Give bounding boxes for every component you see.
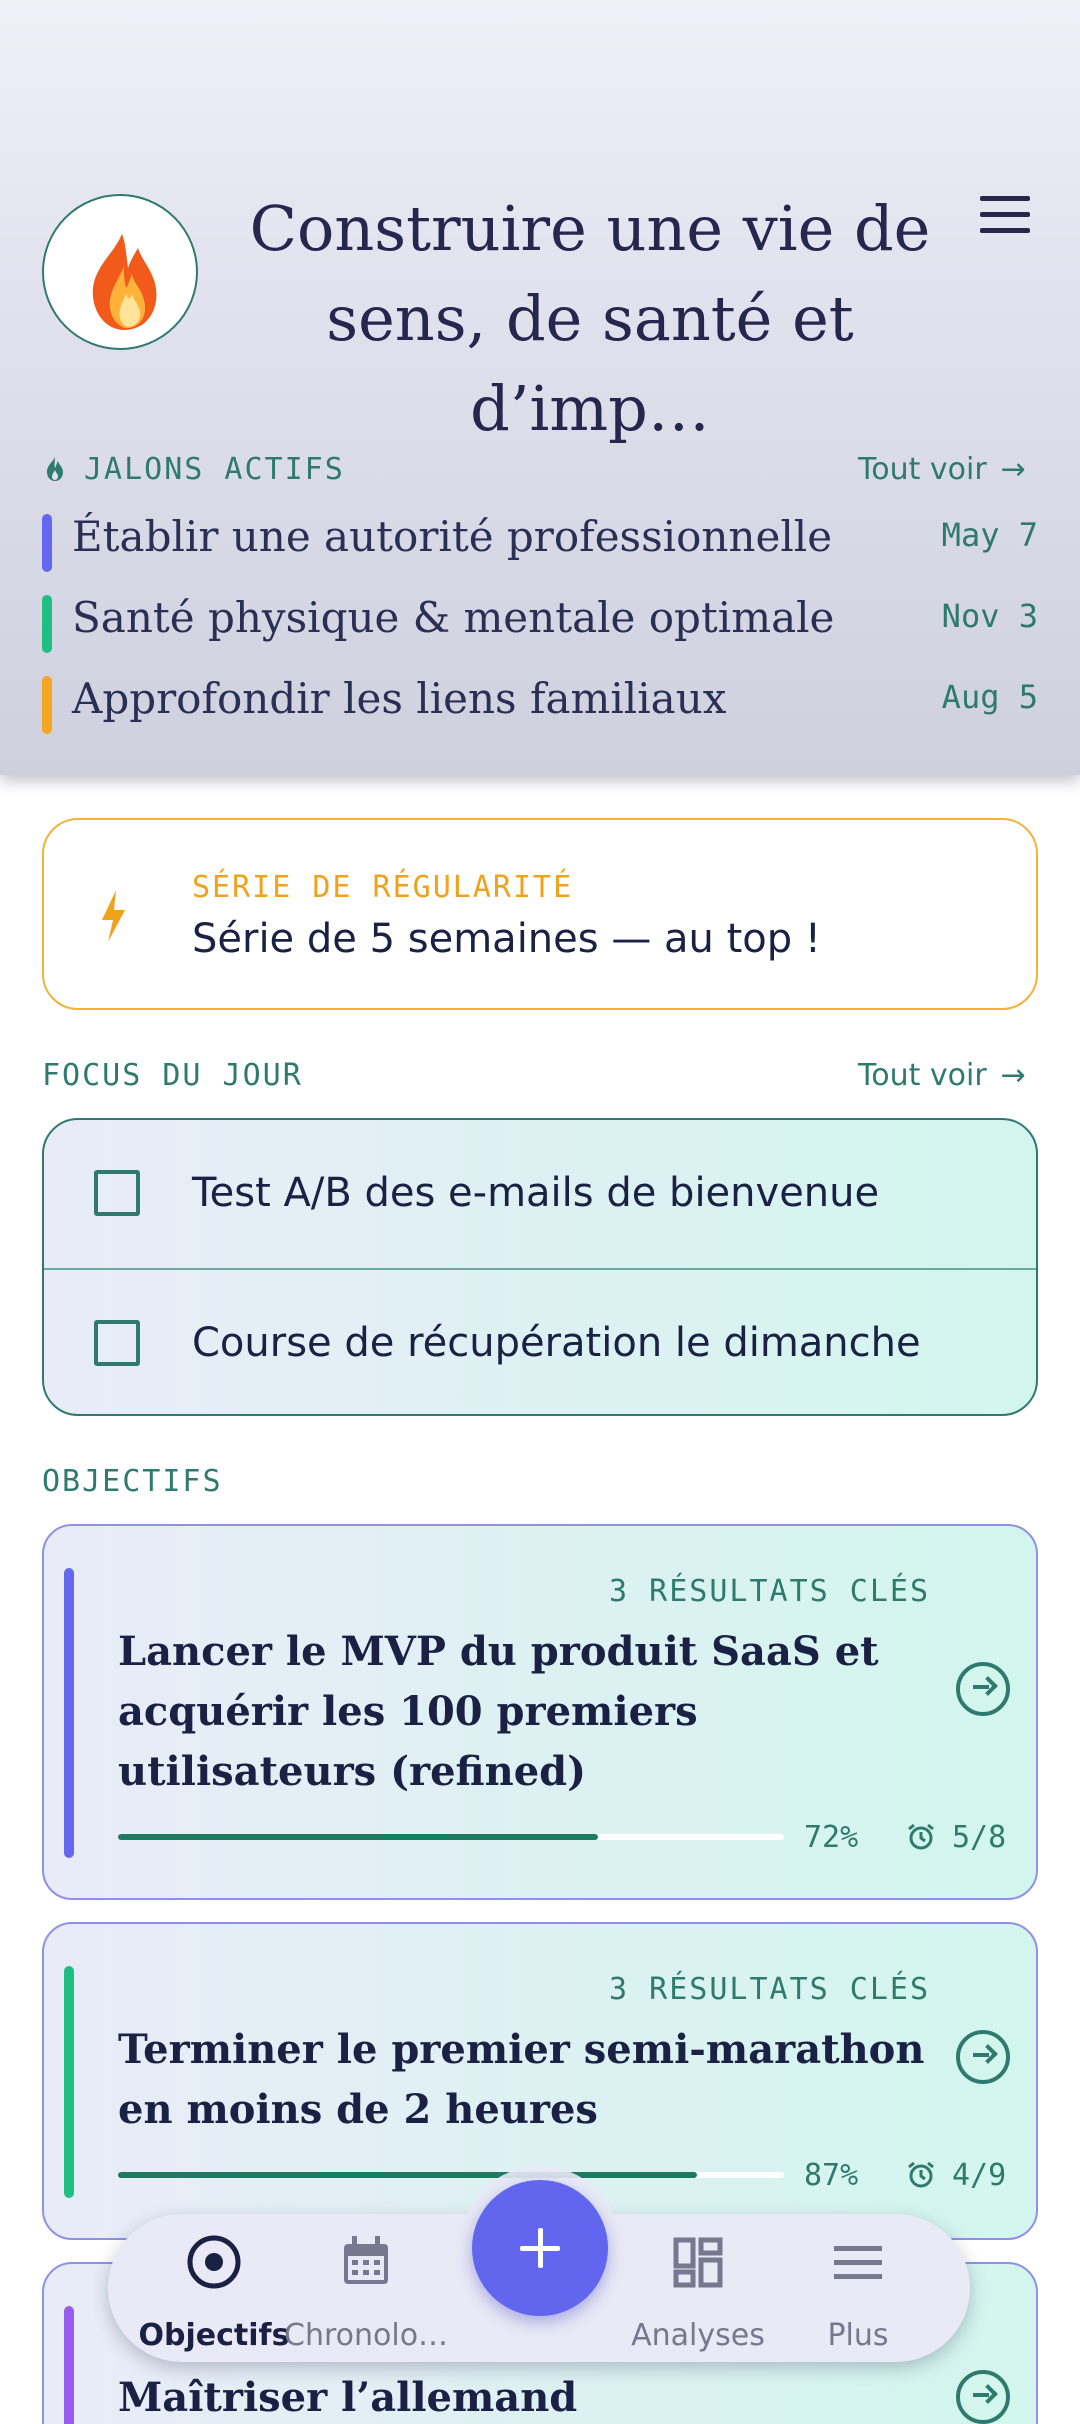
flame-icon — [92, 234, 157, 330]
progress-track — [118, 1834, 784, 1840]
header: Construire une vie de sens, de santé et … — [0, 0, 1080, 775]
streak-label: SÉRIE DE RÉGULARITÉ — [192, 870, 574, 905]
flame-small-icon — [47, 457, 63, 481]
streak-card[interactable]: SÉRIE DE RÉGULARITÉ Série de 5 semaines … — [42, 818, 1038, 1010]
target-icon — [187, 2235, 241, 2289]
page-title: Construire une vie de sens, de santé et … — [249, 192, 931, 445]
nav-item-chronologie[interactable]: Chronolo… — [284, 2214, 448, 2362]
goal-card[interactable]: 3 RÉSULTATS CLÉS Lancer le MVP du produi… — [42, 1524, 1038, 1900]
milestone-title: Établir une autorité professionnelle — [72, 512, 833, 561]
nav-item-objectifs[interactable]: Objectifs — [128, 2214, 300, 2362]
milestones-label: JALONS ACTIFS — [84, 452, 345, 487]
key-results-count: 3 RÉSULTATS CLÉS — [609, 1574, 930, 1609]
focus-card: Test A/B des e-mails de bienvenue Course… — [42, 1118, 1038, 1416]
nav-label: Objectifs — [138, 2318, 290, 2353]
focus-task[interactable]: Course de récupération le dimanche — [44, 1268, 1036, 1414]
task-title: Course de récupération le dimanche — [192, 1320, 921, 1366]
milestones-see-all-link[interactable]: Tout voir → — [858, 452, 1026, 487]
task-checkbox[interactable] — [94, 1170, 140, 1216]
milestone-color-bar — [42, 514, 52, 572]
alarm-clock-icon — [908, 2161, 934, 2188]
focus-label: FOCUS DU JOUR — [42, 1058, 303, 1093]
key-results-progress: 5/8 — [952, 1820, 1007, 1855]
goal-title: Terminer le premier semi-marathon en moi… — [118, 2026, 925, 2133]
alarm-clock-icon — [908, 1823, 934, 1850]
lightning-bolt-icon — [102, 890, 125, 942]
key-results-count: 3 RÉSULTATS CLÉS — [609, 1972, 930, 2007]
nav-item-plus[interactable]: Plus — [798, 2214, 918, 2362]
add-button[interactable] — [472, 2180, 608, 2316]
progress-track — [118, 2172, 784, 2178]
progress-fill — [118, 1834, 598, 1840]
see-all-label: Tout voir — [858, 452, 987, 487]
milestone-item[interactable]: Santé physique & mentale optimale Nov 3 — [42, 591, 1038, 653]
arrow-right-icon: → — [1000, 1058, 1026, 1093]
milestone-date: Nov 3 — [941, 597, 1038, 635]
task-title: Test A/B des e-mails de bienvenue — [192, 1170, 880, 1216]
avatar[interactable] — [42, 194, 198, 350]
hamburger-menu-icon[interactable] — [980, 196, 1032, 234]
nav-label: Analyses — [631, 2318, 765, 2353]
menu-icon — [834, 2246, 882, 2279]
milestone-date: May 7 — [941, 516, 1038, 554]
nav-label: Chronolo… — [284, 2318, 449, 2353]
nav-item-analyses[interactable]: Analyses — [628, 2214, 768, 2362]
focus-task[interactable]: Test A/B des e-mails de bienvenue — [44, 1120, 1036, 1268]
streak-text: Série de 5 semaines — au top ! — [192, 916, 821, 962]
progress-percent: 72% — [804, 1820, 859, 1855]
nav-label: Plus — [827, 2318, 889, 2353]
milestone-title: Santé physique & mentale optimale — [72, 593, 835, 642]
goal-color-bar — [64, 1966, 74, 2198]
arrow-circle-right-icon[interactable] — [956, 2370, 1010, 2424]
milestone-title: Approfondir les liens familiaux — [72, 674, 727, 723]
goals-label: OBJECTIFS — [42, 1464, 223, 1499]
milestone-color-bar — [42, 676, 52, 734]
goal-title: Lancer le MVP du produit SaaS et acquéri… — [118, 1628, 879, 1795]
progress-percent: 87% — [804, 2158, 859, 2193]
arrow-circle-right-icon[interactable] — [956, 2030, 1010, 2084]
calendar-icon — [344, 2236, 388, 2284]
goal-title: Maîtriser l’allemand conversationnel — [118, 2374, 578, 2421]
dashboard-icon — [673, 2237, 723, 2288]
goal-color-bar — [64, 1568, 74, 1858]
milestone-item[interactable]: Établir une autorité professionnelle May… — [42, 510, 1038, 572]
arrow-circle-right-icon[interactable] — [956, 1662, 1010, 1716]
progress-fill — [118, 2172, 698, 2178]
milestone-date: Aug 5 — [941, 678, 1038, 716]
see-all-label: Tout voir — [858, 1058, 987, 1093]
milestone-item[interactable]: Approfondir les liens familiaux Aug 5 — [42, 672, 1038, 734]
goal-color-bar — [64, 2306, 74, 2424]
key-results-progress: 4/9 — [952, 2158, 1007, 2193]
milestone-color-bar — [42, 595, 52, 653]
focus-see-all-link[interactable]: Tout voir → — [858, 1058, 1026, 1093]
arrow-right-icon: → — [1000, 452, 1026, 487]
task-checkbox[interactable] — [94, 1320, 140, 1366]
